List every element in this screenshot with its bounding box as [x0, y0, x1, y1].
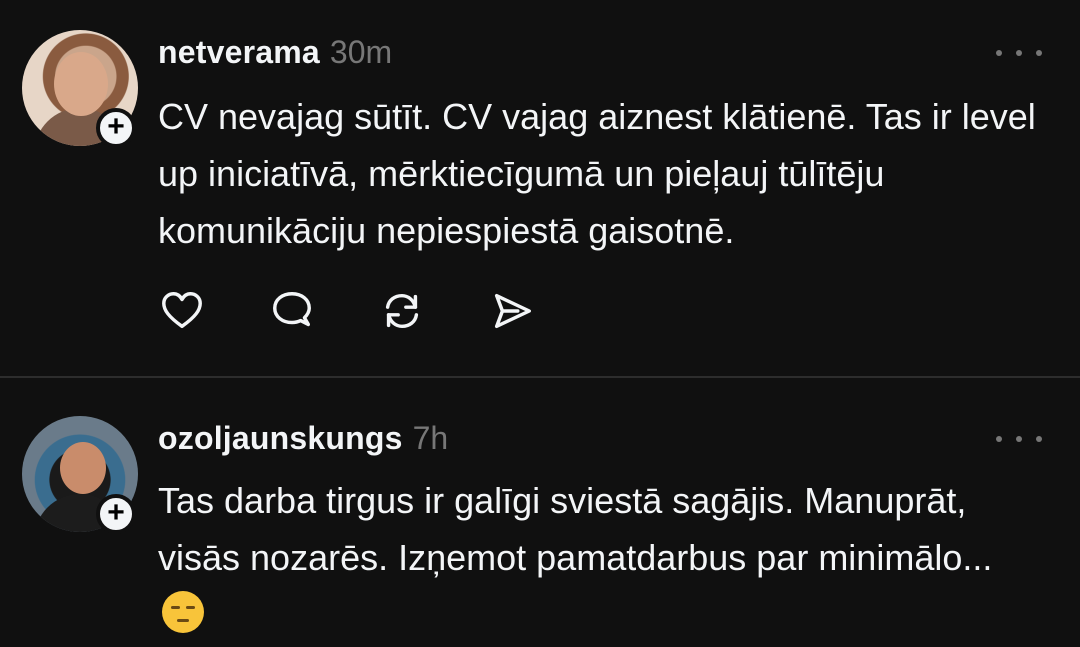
like-button[interactable] [158, 287, 206, 335]
avatar[interactable]: + [22, 416, 138, 534]
more-options-button[interactable] [996, 429, 1042, 449]
post-header: netverama 30m [158, 34, 392, 71]
more-options-button[interactable] [996, 43, 1042, 63]
more-dot [1016, 50, 1022, 56]
post-actions [158, 287, 536, 335]
post-text: CV nevajag sūtīt. CV vajag aiznest klāti… [158, 96, 1036, 251]
repost-icon [385, 293, 419, 329]
comment-icon [273, 292, 311, 327]
username[interactable]: netverama [158, 34, 320, 71]
avatar-face-shape [54, 52, 108, 116]
username[interactable]: ozoljaunskungs [158, 420, 403, 457]
more-horizontal-icon [996, 436, 1002, 442]
more-dot [1016, 436, 1022, 442]
share-button[interactable] [488, 287, 536, 335]
post-time: 30m [329, 34, 393, 70]
emoji-mouth [177, 619, 189, 622]
thread-post: + netverama 30m CV nevajag sūtīt. CV vaj… [0, 0, 1080, 377]
repost-button[interactable] [378, 287, 426, 335]
follow-plus-button[interactable]: + [96, 494, 136, 534]
plus-icon: + [107, 495, 125, 529]
share-icon [494, 293, 531, 329]
pensive-face-emoji [162, 591, 204, 633]
comment-button[interactable] [268, 287, 316, 335]
post-text: Tas darba tirgus ir galīgi sviestā sagāj… [158, 472, 1048, 643]
post-time: 7h [412, 420, 449, 456]
follow-plus-button[interactable]: + [96, 108, 136, 148]
post-header: ozoljaunskungs 7h [158, 420, 448, 457]
post-text-content: Tas darba tirgus ir galīgi sviestā sagāj… [158, 480, 993, 578]
avatar[interactable]: + [22, 30, 138, 148]
more-dot [1036, 436, 1042, 442]
more-horizontal-icon [996, 50, 1002, 56]
avatar-face-shape [60, 442, 106, 494]
plus-icon: + [107, 109, 125, 143]
heart-icon [162, 292, 202, 329]
more-dot [1036, 50, 1042, 56]
thread-post: + ozoljaunskungs 7h Tas darba tirgus ir … [0, 378, 1080, 647]
